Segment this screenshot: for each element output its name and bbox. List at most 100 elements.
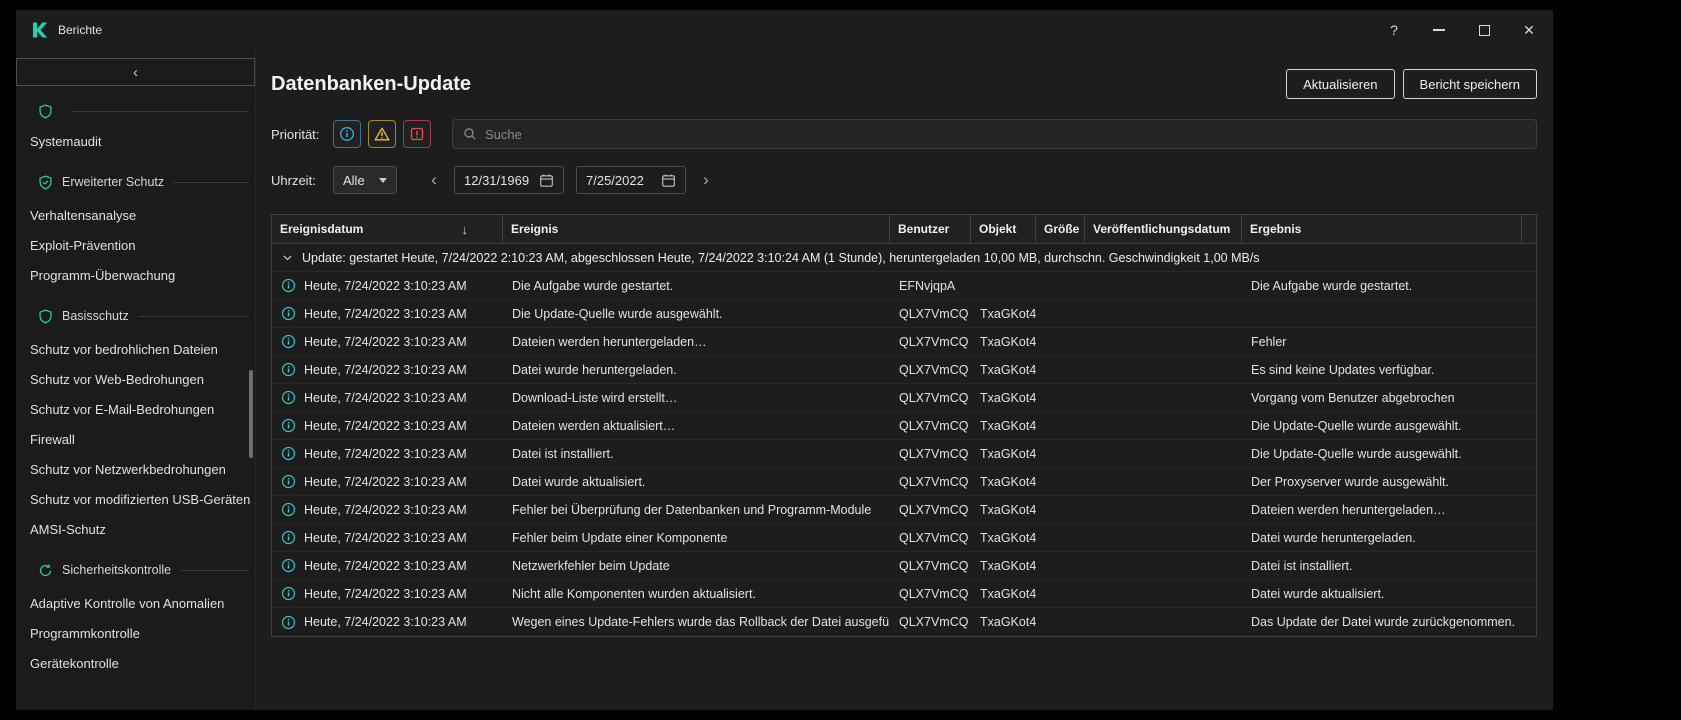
table-row[interactable]: Heute, 7/24/2022 3:10:23 AM Datei wurde …	[272, 356, 1536, 384]
sidebar-scrollbar[interactable]	[249, 370, 253, 458]
sidebar-item[interactable]: Firewall	[16, 424, 255, 454]
info-icon	[281, 418, 296, 433]
table-row[interactable]: Heute, 7/24/2022 3:10:23 AM Die Update-Q…	[272, 300, 1536, 328]
sidebar-item-label: Adaptive Kontrolle von Anomalien	[30, 596, 224, 611]
column-header-veroeffentlichungsdatum[interactable]: Veröffentlichungsdatum	[1085, 215, 1242, 243]
date-next-button[interactable]: ›	[698, 170, 714, 190]
cell-release-date	[1085, 608, 1242, 636]
maximize-icon	[1479, 25, 1490, 36]
sidebar-item[interactable]: Schutz vor bedrohlichen Dateien	[16, 334, 255, 364]
cell-spacer	[1522, 272, 1540, 299]
cell-user: QLX7VmCQ	[890, 300, 971, 327]
date-from-field[interactable]: 12/31/1969	[454, 166, 564, 194]
sidebar-item[interactable]: AMSI-Schutz	[16, 514, 255, 544]
column-header-groesse[interactable]: Größe	[1036, 215, 1085, 243]
sidebar-item[interactable]: Programmkontrolle	[16, 618, 255, 648]
search-input[interactable]	[485, 127, 1526, 142]
column-header-ereignisdatum[interactable]: Ereignisdatum ↓	[272, 215, 503, 243]
help-button[interactable]: ?	[1380, 16, 1408, 44]
cell-event: Fehler beim Update einer Komponente	[503, 524, 890, 551]
priority-warning-button[interactable]	[368, 120, 396, 148]
sidebar-nav: Systemaudit Erweiterter SchutzVerhaltensa…	[16, 96, 255, 674]
sidebar: ‹ Systemaudit Erweiterter SchutzVerhalten…	[16, 50, 256, 710]
table-row[interactable]: Heute, 7/24/2022 3:10:23 AM Datei wurde …	[272, 468, 1536, 496]
column-header-ereignis[interactable]: Ereignis	[503, 215, 890, 243]
column-header-spacer	[1522, 215, 1538, 243]
cell-object: TxaGKot4	[971, 412, 1036, 439]
sidebar-item[interactable]: Gerätekontrolle	[16, 648, 255, 674]
table-row[interactable]: Heute, 7/24/2022 3:10:23 AM Netzwerkfehl…	[272, 552, 1536, 580]
cell-size	[1036, 524, 1085, 551]
info-icon	[281, 362, 296, 377]
sidebar-item-label: Programmkontrolle	[30, 626, 140, 641]
cell-event: Wegen eines Update-Fehlers wurde das Rol…	[503, 608, 890, 636]
cell-release-date	[1085, 300, 1242, 327]
cell-user: QLX7VmCQ	[890, 328, 971, 355]
sidebar-collapse-button[interactable]: ‹	[16, 58, 255, 86]
cell-result: Es sind keine Updates verfügbar.	[1242, 356, 1522, 383]
cell-event-date: Heute, 7/24/2022 3:10:23 AM	[304, 307, 467, 321]
info-icon	[281, 334, 296, 349]
table-row[interactable]: Heute, 7/24/2022 3:10:23 AM Fehler bei Ü…	[272, 496, 1536, 524]
cell-spacer	[1522, 496, 1540, 523]
table-row[interactable]: Heute, 7/24/2022 3:10:23 AM Datei ist in…	[272, 440, 1536, 468]
time-range-select[interactable]: Alle	[333, 166, 397, 194]
cell-object: TxaGKot4	[971, 300, 1036, 327]
cell-user: QLX7VmCQ	[890, 524, 971, 551]
sidebar-section-header[interactable]: Erweiterter Schutz	[16, 164, 255, 200]
cell-event: Dateien werden aktualisiert…	[503, 412, 890, 439]
sort-desc-icon[interactable]: ↓	[462, 222, 495, 237]
cell-object: TxaGKot4	[971, 468, 1036, 495]
priority-info-button[interactable]	[333, 120, 361, 148]
window-controls: ? ✕	[1380, 16, 1543, 44]
sidebar-item-label: Programm-Überwachung	[30, 268, 175, 283]
sidebar-item[interactable]: Exploit-Prävention	[16, 230, 255, 260]
close-button[interactable]: ✕	[1515, 16, 1543, 44]
table-row[interactable]: Heute, 7/24/2022 3:10:23 AM Nicht alle K…	[272, 580, 1536, 608]
sidebar-item[interactable]: Adaptive Kontrolle von Anomalien	[16, 588, 255, 618]
cell-event-date: Heute, 7/24/2022 3:10:23 AM	[304, 587, 467, 601]
table-row[interactable]: Heute, 7/24/2022 3:10:23 AM Download-Lis…	[272, 384, 1536, 412]
priority-critical-button[interactable]	[403, 120, 431, 148]
cell-release-date	[1085, 440, 1242, 467]
info-icon	[281, 530, 296, 545]
window-title: Berichte	[58, 23, 102, 37]
sidebar-item[interactable]: Schutz vor modifizierten USB-Geräten	[16, 484, 255, 514]
date-prev-button[interactable]: ‹	[426, 170, 442, 190]
table-row[interactable]: Heute, 7/24/2022 3:10:23 AM Fehler beim …	[272, 524, 1536, 552]
cell-spacer	[1522, 580, 1540, 607]
column-header-objekt[interactable]: Objekt	[971, 215, 1036, 243]
sidebar-item[interactable]: Schutz vor E-Mail-Bedrohungen	[16, 394, 255, 424]
table-row[interactable]: Heute, 7/24/2022 3:10:23 AM Wegen eines …	[272, 608, 1536, 636]
sidebar-item[interactable]: Programm-Überwachung	[16, 260, 255, 290]
warning-icon	[374, 126, 390, 142]
sidebar-section-header[interactable]	[16, 96, 255, 126]
cell-size	[1036, 300, 1085, 327]
sidebar-item[interactable]: Schutz vor Web-Bedrohungen	[16, 364, 255, 394]
info-icon	[281, 474, 296, 489]
info-icon	[281, 615, 296, 630]
sidebar-section-header[interactable]: Basisschutz	[16, 298, 255, 334]
cell-size	[1036, 272, 1085, 299]
refresh-button[interactable]: Aktualisieren	[1286, 69, 1394, 99]
cell-spacer	[1522, 608, 1540, 636]
column-header-ergebnis[interactable]: Ergebnis	[1242, 215, 1522, 243]
table-row[interactable]: Heute, 7/24/2022 3:10:23 AM Dateien werd…	[272, 328, 1536, 356]
sidebar-item[interactable]: Schutz vor Netzwerkbedrohungen	[16, 454, 255, 484]
maximize-button[interactable]	[1470, 16, 1498, 44]
sidebar-item[interactable]: Verhaltensanalyse	[16, 200, 255, 230]
cell-object: TxaGKot4	[971, 524, 1036, 551]
sidebar-section-header[interactable]: Sicherheitskontrolle	[16, 552, 255, 588]
table-row[interactable]: Heute, 7/24/2022 3:10:23 AM Die Aufgabe …	[272, 272, 1536, 300]
cell-user: QLX7VmCQ	[890, 356, 971, 383]
save-report-button[interactable]: Bericht speichern	[1403, 69, 1537, 99]
column-header-benutzer[interactable]: Benutzer	[890, 215, 971, 243]
cell-result	[1242, 300, 1522, 327]
cell-user: QLX7VmCQ	[890, 440, 971, 467]
table-row[interactable]: Heute, 7/24/2022 3:10:23 AM Dateien werd…	[272, 412, 1536, 440]
group-row[interactable]: Update: gestartet Heute, 7/24/2022 2:10:…	[272, 244, 1536, 272]
date-to-field[interactable]: 7/25/2022	[576, 166, 686, 194]
sidebar-item[interactable]: Systemaudit	[16, 126, 255, 156]
minimize-button[interactable]	[1425, 16, 1453, 44]
cell-user: QLX7VmCQ	[890, 384, 971, 411]
